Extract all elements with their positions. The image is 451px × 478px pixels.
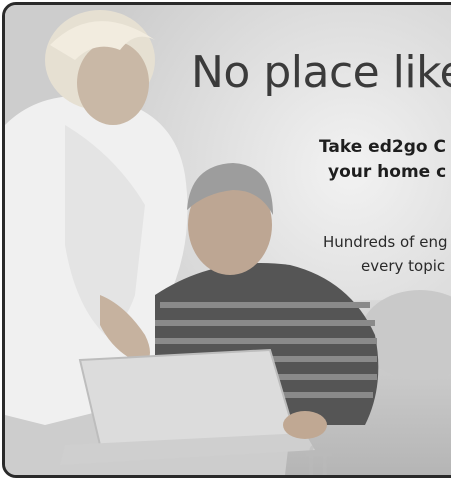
body-text-line-2: every topic (361, 257, 446, 275)
svg-text:ff: ff (305, 439, 334, 475)
headline: No place like (191, 47, 451, 98)
subheadline-line-1: Take ed2go C (319, 137, 446, 157)
ad-banner[interactable]: ff No place like Take ed2go C your home … (2, 2, 451, 478)
subheadline-line-2: your home c (328, 162, 447, 182)
body-text-line-1: Hundreds of eng (323, 233, 448, 251)
